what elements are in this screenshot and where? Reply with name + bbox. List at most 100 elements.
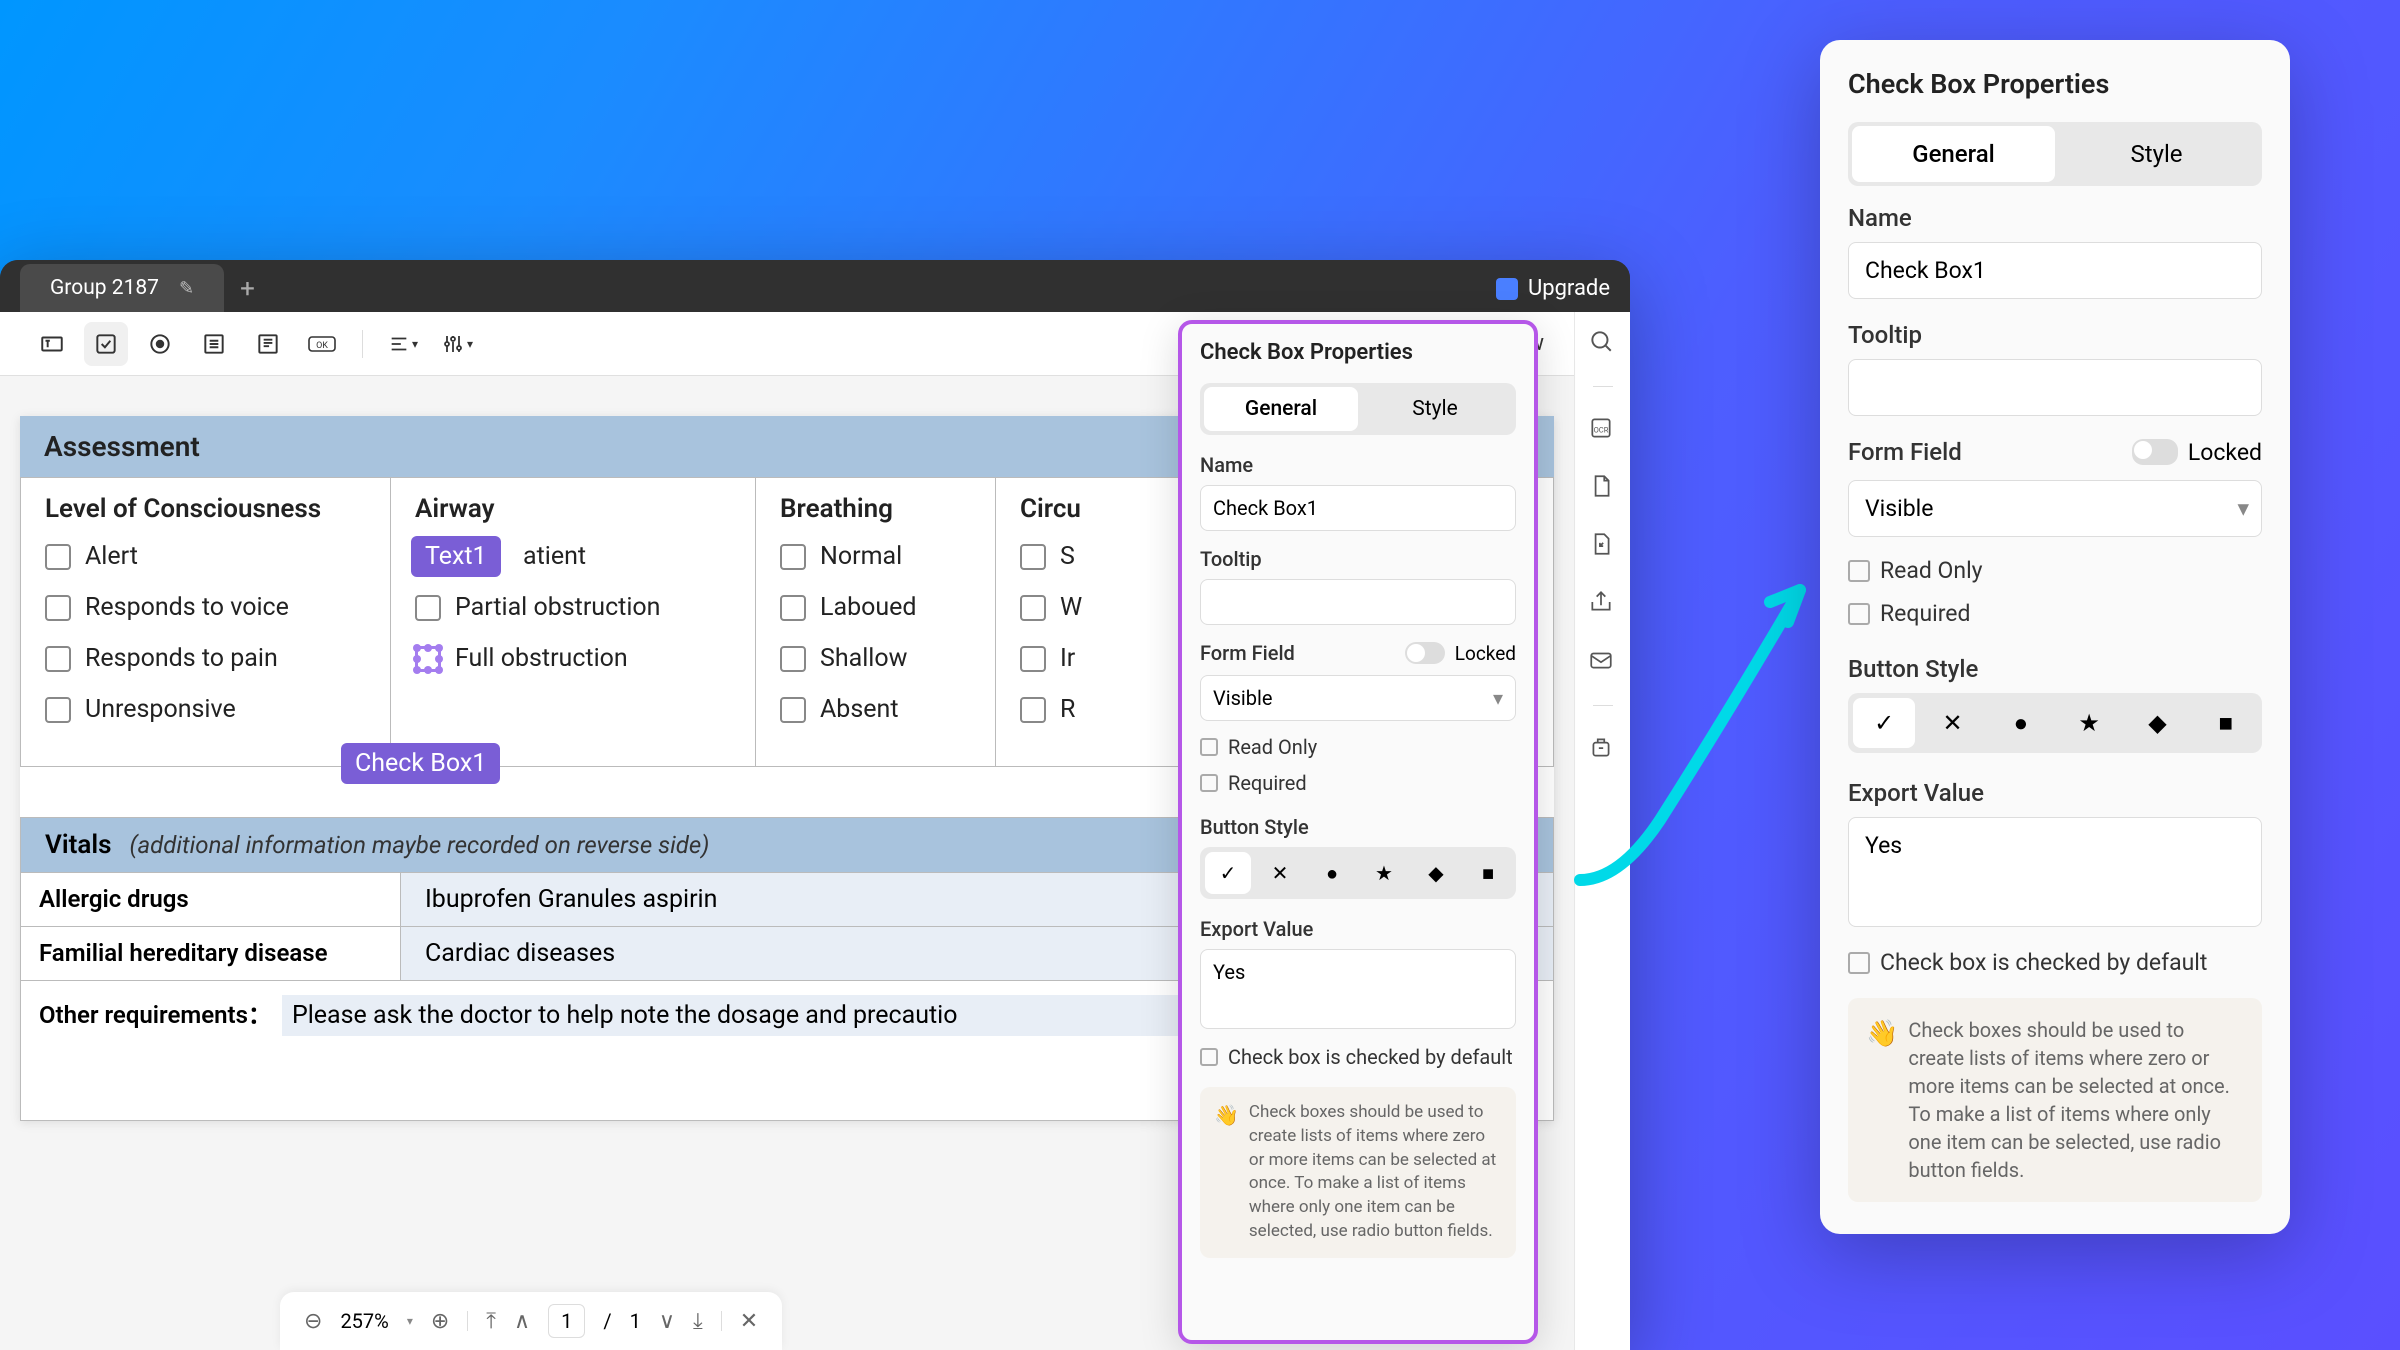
hint-box: 👋 Check boxes should be used to create l… [1200,1087,1516,1258]
checkbox-row: Shallow [780,644,971,673]
radio-tool-icon[interactable] [138,322,182,366]
zoom-out-icon[interactable]: ⊖ [304,1309,322,1334]
style-cross-icon[interactable]: ✕ [1257,852,1303,894]
style-square-icon[interactable]: ■ [2195,698,2257,748]
text1-tag[interactable]: Text1 [411,536,501,577]
pencil-icon[interactable]: ✎ [179,278,194,299]
cb-label: Responds to pain [85,644,278,673]
checkbox-selected[interactable] [415,646,441,672]
visibility-select[interactable]: Visible [1200,675,1516,721]
chevron-down-icon[interactable]: ▾ [407,1314,413,1328]
cb-label: Unresponsive [85,695,236,724]
svg-text:OCR: OCR [1593,425,1608,434]
default-checked-checkbox[interactable] [1848,952,1870,974]
tab-general[interactable]: General [1852,126,2055,182]
checkbox[interactable] [45,595,71,621]
document-tab[interactable]: Group 2187 ✎ [20,264,224,312]
cb-label: Full obstruction [455,644,628,673]
add-tab-button[interactable]: + [224,266,271,312]
checkbox[interactable] [45,646,71,672]
text-field-tool-icon[interactable] [30,322,74,366]
col-airway: Airway Text1 atient Partial obstruction [391,478,756,766]
style-square-icon[interactable]: ■ [1465,852,1511,894]
checkbox[interactable] [415,595,441,621]
style-circle-icon[interactable]: ● [1990,698,2052,748]
checkbox-row: Text1 atient [415,542,731,571]
search-icon[interactable] [1588,328,1618,358]
export-textarea[interactable]: Yes [1200,949,1516,1029]
name-label: Name [1200,453,1516,477]
tooltip-label: Tooltip [1848,321,2262,349]
mail-icon[interactable] [1588,647,1618,677]
style-check-icon[interactable]: ✓ [1853,698,1915,748]
first-page-icon[interactable]: ⤒ [486,1309,496,1334]
checkbox[interactable] [45,697,71,723]
visibility-select[interactable]: Visible [1848,480,2262,537]
close-icon[interactable]: ✕ [740,1309,758,1334]
last-page-icon[interactable]: ⤓ [693,1309,703,1334]
settings-tool-icon[interactable]: ▾ [435,322,479,366]
name-input[interactable] [1200,485,1516,531]
divider [1593,386,1613,387]
checkbox-tool-icon[interactable] [84,322,128,366]
tab-general[interactable]: General [1204,387,1358,431]
button-tool-icon[interactable]: OK [300,322,344,366]
checkbox1-tag[interactable]: Check Box1 [341,743,500,784]
checkbox[interactable] [45,544,71,570]
share-icon[interactable] [1588,589,1618,619]
required-checkbox[interactable] [1848,603,1870,625]
dropdown-tool-icon[interactable] [246,322,290,366]
button-style-row: ✓ ✕ ● ★ ◆ ■ [1200,847,1516,899]
readonly-checkbox[interactable] [1200,738,1218,756]
style-check-icon[interactable]: ✓ [1205,852,1251,894]
vitals-subtitle: (additional information maybe recorded o… [129,831,709,859]
cb-label: Normal [820,542,902,571]
tab-style[interactable]: Style [1358,387,1512,431]
style-circle-icon[interactable]: ● [1309,852,1355,894]
checkbox[interactable] [1020,595,1046,621]
locked-label: Locked [1455,642,1516,665]
name-input[interactable] [1848,242,2262,299]
tab-style[interactable]: Style [2055,126,2258,182]
align-tool-icon[interactable]: ▾ [381,322,425,366]
checkbox[interactable] [780,646,806,672]
zoom-in-icon[interactable]: ⊕ [431,1309,449,1334]
checkbox[interactable] [780,595,806,621]
wave-icon: 👋 [1214,1101,1239,1244]
prev-page-icon[interactable]: ∧ [514,1309,530,1334]
convert-icon[interactable] [1588,531,1618,561]
next-page-icon[interactable]: ∨ [659,1309,675,1334]
tab-label: Group 2187 [50,276,159,300]
locked-toggle[interactable] [1405,642,1445,664]
checkbox[interactable] [1020,697,1046,723]
checkbox[interactable] [1020,544,1046,570]
tooltip-input[interactable] [1848,359,2262,416]
checkbox[interactable] [780,544,806,570]
checkbox[interactable] [1020,646,1046,672]
list-tool-icon[interactable] [192,322,236,366]
style-diamond-icon[interactable]: ◆ [1413,852,1459,894]
readonly-checkbox[interactable] [1848,560,1870,582]
export-textarea[interactable]: Yes [1848,817,2262,927]
locked-toggle[interactable] [2132,439,2178,465]
divider [362,330,363,358]
required-label: Required [1228,771,1307,795]
ocr-icon[interactable]: OCR [1588,415,1618,445]
upgrade-button[interactable]: Upgrade [1496,276,1610,301]
footer-bar: ⊖ 257% ▾ ⊕ ⤒ ∧ 1 / 1 ∨ ⤓ ✕ [280,1292,782,1350]
document-icon[interactable] [1588,473,1618,503]
checkbox[interactable] [780,697,806,723]
hint-box: 👋 Check boxes should be used to create l… [1848,998,2262,1202]
style-star-icon[interactable]: ★ [1361,852,1407,894]
zoom-level: 257% [340,1309,388,1333]
archive-icon[interactable] [1588,734,1618,764]
default-checked-checkbox[interactable] [1200,1048,1218,1066]
style-star-icon[interactable]: ★ [2058,698,2120,748]
tooltip-input[interactable] [1200,579,1516,625]
buttonstyle-label: Button Style [1848,655,2262,683]
required-checkbox[interactable] [1200,774,1218,792]
style-diamond-icon[interactable]: ◆ [2126,698,2188,748]
style-cross-icon[interactable]: ✕ [1921,698,1983,748]
page-current[interactable]: 1 [548,1304,585,1338]
export-value: Yes [1865,832,1902,859]
